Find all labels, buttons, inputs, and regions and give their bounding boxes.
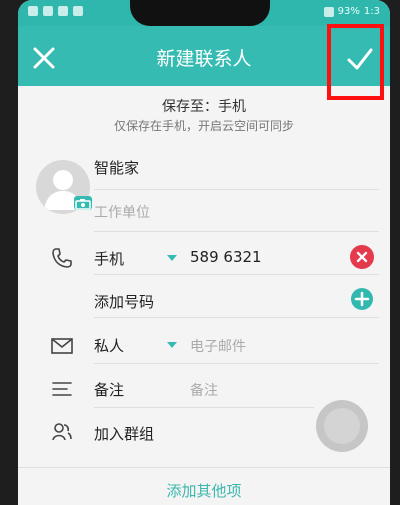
phone-icon bbox=[50, 246, 74, 270]
wifi-icon bbox=[43, 6, 53, 16]
name-field[interactable]: 智能家 bbox=[94, 157, 139, 178]
floating-button-inner bbox=[324, 408, 360, 444]
message-icon bbox=[73, 6, 83, 16]
phone-type-select[interactable]: 手机 bbox=[94, 248, 124, 269]
add-more-items-button[interactable]: 添加其他项 bbox=[18, 480, 390, 501]
chevron-down-icon[interactable] bbox=[167, 342, 177, 348]
add-number-button[interactable]: 添加号码 bbox=[94, 291, 154, 312]
camera-icon[interactable] bbox=[74, 196, 92, 210]
chevron-down-icon[interactable] bbox=[167, 255, 177, 261]
mail-glyph bbox=[51, 338, 73, 354]
phone-number-input[interactable]: 589 6321 bbox=[190, 248, 262, 266]
signal-icon bbox=[323, 7, 334, 17]
camera-notch bbox=[130, 0, 270, 26]
bottom-divider bbox=[18, 467, 390, 468]
note-input[interactable]: 备注 bbox=[190, 380, 218, 400]
add-to-group-button[interactable]: 加入群组 bbox=[94, 423, 154, 444]
remove-icon bbox=[356, 251, 368, 263]
email-input[interactable]: 电子邮件 bbox=[190, 336, 246, 356]
note-glyph bbox=[52, 382, 72, 396]
status-right: 93% 1:3 bbox=[323, 6, 380, 18]
time-text: 1:3 bbox=[363, 6, 380, 17]
add-icon bbox=[354, 291, 370, 307]
note-divider bbox=[94, 407, 314, 408]
note-label: 备注 bbox=[94, 381, 125, 399]
phone-divider bbox=[94, 274, 379, 275]
group-glyph bbox=[52, 423, 72, 441]
sim-icon bbox=[28, 6, 38, 16]
sync-note: 仅保存在手机，开启云空间可同步 bbox=[113, 119, 294, 133]
company-divider bbox=[94, 231, 379, 232]
email-divider bbox=[94, 363, 379, 364]
remove-phone-button[interactable] bbox=[350, 245, 374, 269]
add-number-plus-button[interactable] bbox=[351, 288, 373, 310]
battery-text: 93% bbox=[337, 6, 360, 17]
note-icon bbox=[50, 377, 74, 401]
email-type-select[interactable]: 私人 bbox=[94, 335, 124, 356]
status-icons bbox=[28, 6, 83, 16]
company-field[interactable]: 工作单位 bbox=[94, 202, 150, 222]
group-icon bbox=[50, 420, 74, 444]
floating-action-button[interactable] bbox=[316, 400, 368, 452]
mail-icon bbox=[50, 334, 74, 358]
status-bar: 93% 1:3 bbox=[18, 0, 390, 26]
camera-glyph bbox=[75, 199, 91, 210]
phone-glyph bbox=[52, 248, 72, 268]
add-number-divider bbox=[94, 317, 379, 318]
notification-icon bbox=[58, 6, 68, 16]
highlight-frame bbox=[327, 24, 384, 100]
name-divider bbox=[94, 189, 379, 190]
